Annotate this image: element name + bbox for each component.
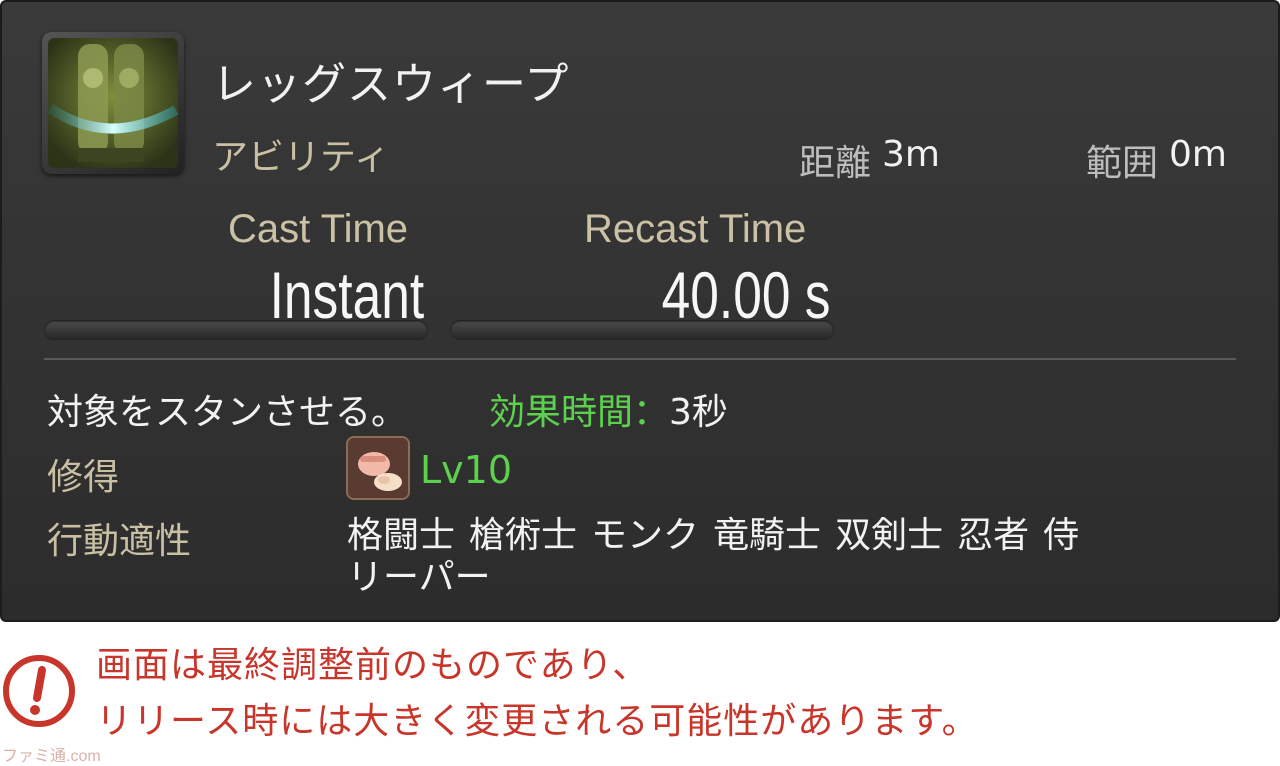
notice-line-1: 画面は最終調整前のものであり、 [96, 645, 650, 686]
acquire-label: 修得 [47, 457, 120, 498]
exclamation-circle-icon [0, 652, 78, 730]
leg-sweep-icon [42, 32, 184, 174]
notice-text: 画面は最終調整前のものであり、 リリース時には大きく変更される可能性があります。 [96, 638, 979, 750]
notice-line-2: リリース時には大きく変更される可能性があります。 [96, 701, 979, 742]
cast-time-label: Cast Time [228, 207, 409, 251]
description-text: 対象をスタンさせる。 [47, 392, 408, 433]
range-value: 3m [882, 134, 940, 175]
recast-time-bar [450, 320, 834, 340]
job-dragoon: 竜騎士 [713, 515, 822, 556]
job-monk: モンク [591, 515, 700, 556]
radius-value: 0m [1169, 134, 1227, 175]
affinity-label: 行動適性 [47, 521, 192, 562]
job-reaper: リーパー [347, 557, 491, 598]
radius-label: 範囲 [1086, 143, 1159, 184]
range-label: 距離 [799, 143, 872, 184]
section-divider [44, 358, 1236, 360]
effect-duration-value: 3秒 [669, 392, 728, 433]
job-lancer: 槍術士 [469, 515, 578, 556]
recast-time-label: Recast Time [584, 207, 807, 251]
watermark-logo: ファミ通.com [2, 748, 101, 765]
action-tooltip: レッグスウィープ アビリティ 距離 3m 範囲 0m Cast Time Ins… [0, 0, 1280, 622]
pugilist-fist-icon [346, 436, 410, 500]
affinity-jobs: 格闘士 槍術士 モンク 竜騎士 双剣士 忍者侍リーパー [347, 515, 1227, 599]
effect-duration: 効果時間：3秒 [489, 383, 728, 435]
job-ninja: 忍者 [957, 515, 1030, 556]
skill-name: レッグスウィープ [212, 59, 570, 110]
cast-time-bar [44, 320, 428, 340]
acquire-level: Lv10 [420, 448, 513, 492]
job-samurai: 侍 [1043, 515, 1080, 556]
effect-duration-label: 効果時間： [489, 392, 670, 433]
job-pugilist: 格闘士 [347, 515, 456, 556]
skill-type: アビリティ [212, 137, 390, 178]
job-rogue: 双剣士 [835, 515, 944, 556]
